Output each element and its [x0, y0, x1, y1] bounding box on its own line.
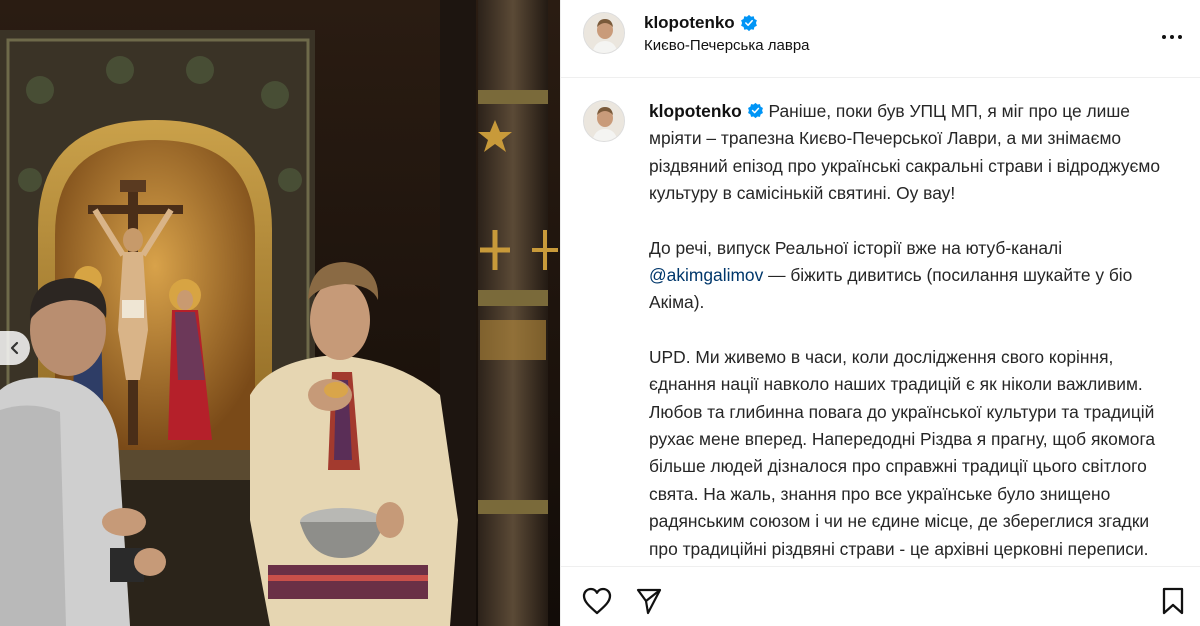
avatar-image	[584, 13, 624, 53]
post-photo	[0, 0, 560, 626]
post-header: klopotenko Києво-Печерська лавра	[561, 0, 1200, 78]
verified-badge-icon	[747, 102, 763, 119]
save-button[interactable]	[1157, 585, 1189, 617]
caption-avatar[interactable]	[583, 100, 625, 142]
avatar[interactable]	[583, 12, 625, 54]
caption-username-link[interactable]: klopotenko	[649, 101, 742, 121]
location-link[interactable]: Києво-Печерська лавра	[644, 37, 810, 54]
header-username-row: klopotenko	[644, 13, 758, 33]
caption-text: До речі, випуск Реальної історії вже на …	[649, 237, 1063, 258]
chevron-left-icon	[10, 341, 19, 355]
photo-scene	[0, 0, 560, 626]
share-button[interactable]	[633, 585, 665, 617]
paper-plane-icon	[636, 588, 662, 615]
post-sidebar: klopotenko Києво-Печерська лавра klopote…	[560, 0, 1200, 626]
username-link[interactable]: klopotenko	[644, 13, 735, 33]
like-button[interactable]	[581, 585, 613, 617]
more-options-button[interactable]	[1160, 25, 1184, 49]
caption-paragraph: klopotenko Раніше, поки був УПЦ МП, я мі…	[649, 98, 1181, 208]
more-options-icon	[1160, 35, 1184, 39]
bookmark-icon	[1162, 587, 1184, 615]
verified-badge-icon	[740, 14, 757, 32]
avatar-image	[584, 101, 624, 141]
heart-icon	[582, 587, 612, 615]
caption-paragraph: До речі, випуск Реальної історії вже на …	[649, 235, 1181, 317]
post-caption: klopotenko Раніше, поки був УПЦ МП, я мі…	[649, 98, 1181, 626]
mention-link[interactable]: @akimgalimov	[649, 265, 763, 285]
post-actions-bar	[561, 566, 1200, 626]
